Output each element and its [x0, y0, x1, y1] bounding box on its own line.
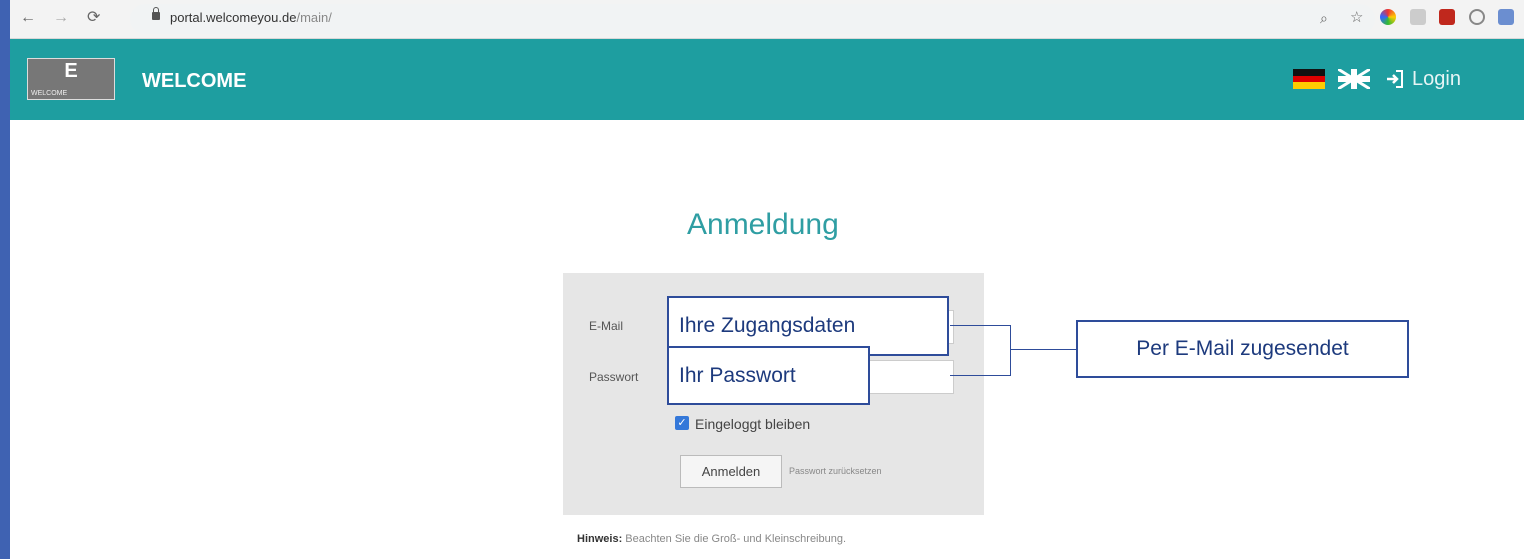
page-frame: ← → ⟳ portal.welcomeyou.de/main/ ⌕ ☆ E W…	[10, 0, 1524, 559]
login-link[interactable]: Login	[1412, 68, 1461, 91]
reset-password-link[interactable]: Passwort zurücksetzen	[789, 466, 882, 476]
browser-toolbar: ← → ⟳ portal.welcomeyou.de/main/ ⌕ ☆	[10, 0, 1524, 39]
translate-extension-icon[interactable]	[1410, 9, 1426, 25]
page-title: Anmeldung	[687, 208, 839, 241]
connector-line-password	[950, 375, 1010, 376]
forward-arrow-icon[interactable]: →	[53, 8, 69, 28]
login-icon[interactable]	[1385, 69, 1405, 89]
connector-line-email	[950, 325, 1010, 326]
circle-extension-icon[interactable]	[1469, 9, 1485, 25]
logo-letter: E	[64, 60, 78, 82]
german-flag-icon[interactable]	[1293, 69, 1325, 90]
lock-icon	[152, 7, 160, 20]
hint-body: Beachten Sie die Groß- und Kleinschreibu…	[622, 533, 847, 545]
logo-caption: WELCOME	[31, 90, 68, 97]
email-label: E-Mail	[589, 319, 624, 333]
connector-line-vertical	[1010, 325, 1011, 376]
zoom-icon[interactable]: ⌕	[1320, 8, 1328, 28]
remember-label[interactable]: Eingeloggt bleiben	[695, 416, 810, 432]
reload-icon[interactable]: ⟳	[87, 8, 100, 28]
screen-extension-icon[interactable]	[1498, 9, 1514, 25]
password-value-annotation: Ihr Passwort	[667, 346, 870, 405]
url-host: portal.welcomeyou.de	[170, 10, 297, 25]
app-header: E WELCOME WELCOME Login	[10, 39, 1524, 120]
callout-box: Per E-Mail zugesendet	[1076, 320, 1409, 378]
brand-title[interactable]: WELCOME	[142, 70, 246, 93]
password-label: Passwort	[589, 370, 639, 384]
url-path: /main/	[296, 10, 332, 25]
url-text[interactable]: portal.welcomeyou.de/main/	[170, 10, 332, 25]
login-button[interactable]: Anmelden	[680, 455, 782, 488]
hint-text: Hinweis: Beachten Sie die Groß- und Klei…	[577, 533, 846, 545]
back-arrow-icon[interactable]: ←	[20, 8, 36, 28]
color-extension-icon[interactable]	[1380, 9, 1396, 25]
hint-bold: Hinweis:	[577, 533, 623, 545]
remember-checkbox[interactable]: ✓	[675, 416, 689, 430]
uk-flag-icon[interactable]	[1337, 67, 1371, 91]
logo[interactable]: E WELCOME	[27, 58, 115, 100]
pdf-extension-icon[interactable]	[1439, 9, 1455, 25]
connector-line-callout	[1010, 349, 1076, 350]
star-icon[interactable]: ☆	[1350, 8, 1363, 28]
